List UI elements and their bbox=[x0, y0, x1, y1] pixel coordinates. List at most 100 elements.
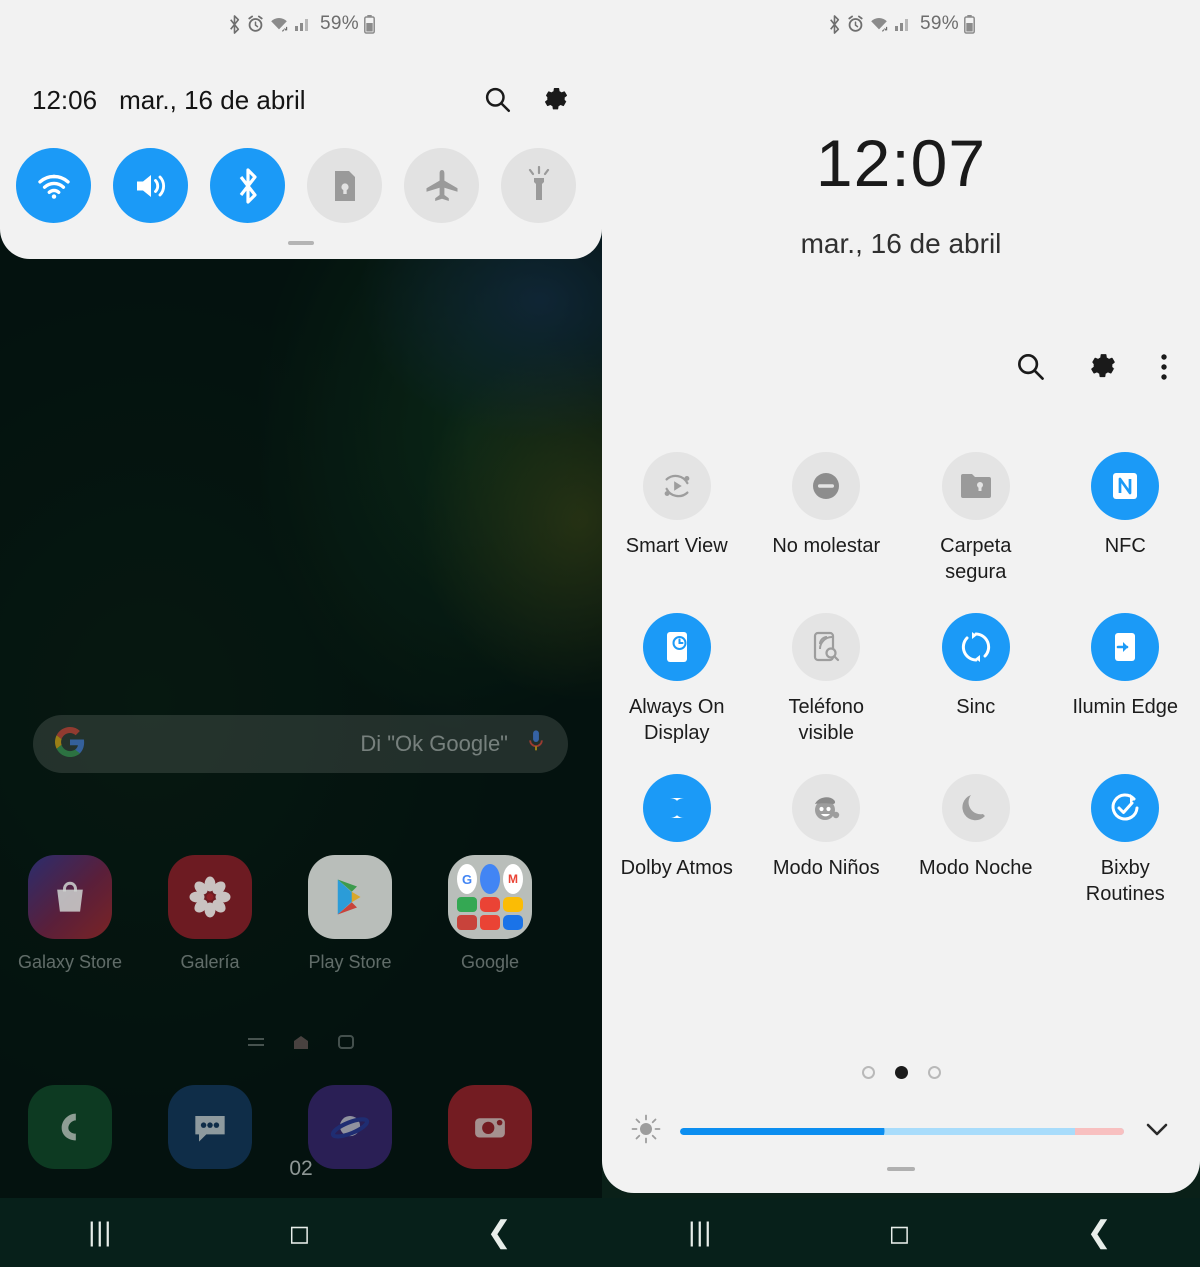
tile-sync[interactable]: Sinc bbox=[901, 613, 1051, 746]
toggle-bluetooth[interactable] bbox=[210, 148, 285, 223]
page-dot-apps-icon[interactable] bbox=[247, 1035, 265, 1054]
tile-label: Teléfono visible bbox=[788, 696, 865, 744]
app-galaxy-store[interactable]: Galaxy Store bbox=[0, 855, 140, 973]
tile-label: Smart View bbox=[625, 535, 728, 557]
app-play-store[interactable]: Play Store bbox=[280, 855, 420, 973]
nav-left-half: ||| ◻ ❮ bbox=[0, 1198, 600, 1267]
tile-kids-mode[interactable]: Modo Niños bbox=[752, 774, 902, 907]
more-vertical-icon[interactable] bbox=[1160, 352, 1168, 387]
tile-label: Ilumin Edge bbox=[1072, 696, 1179, 719]
tile-bixby-routines[interactable]: Bixby Routines bbox=[1051, 774, 1200, 907]
dock-phone[interactable]: Teléfono bbox=[0, 1085, 140, 1203]
tile-nfc[interactable]: NFC bbox=[1051, 452, 1200, 585]
google-search-bar[interactable]: Di "Ok Google" bbox=[33, 715, 568, 773]
app-galeria[interactable]: Galería bbox=[140, 855, 280, 973]
tile-label: Bixby Routines bbox=[1085, 857, 1165, 905]
back-button[interactable]: ❮ bbox=[487, 1217, 512, 1248]
toggle-flashlight[interactable] bbox=[501, 148, 576, 223]
right-quick-settings-panel: 59% 12:07 mar., 16 de abril Smart View N… bbox=[602, 0, 1200, 1193]
google-logo-icon bbox=[55, 726, 85, 762]
signal-icon bbox=[294, 16, 312, 32]
sync-icon bbox=[941, 613, 1010, 682]
toggle-sim-lock[interactable] bbox=[307, 148, 382, 223]
kids-mode-icon bbox=[792, 774, 861, 843]
dock-camera[interactable]: Cámara bbox=[420, 1085, 560, 1203]
alarm-icon bbox=[847, 15, 864, 33]
recents-button[interactable]: ||| bbox=[688, 1219, 712, 1246]
home-page-indicator bbox=[0, 1034, 602, 1055]
right-panel-actions bbox=[1016, 352, 1168, 387]
right-status-bar: 59% bbox=[602, 0, 1200, 48]
home-button[interactable]: ◻ bbox=[289, 1220, 311, 1246]
tile-night-mode[interactable]: Modo Noche bbox=[901, 774, 1051, 907]
battery-icon bbox=[964, 14, 975, 34]
tile-label: Modo Noche bbox=[919, 857, 1033, 880]
tile-dolby-atmos[interactable]: Dolby Atmos bbox=[602, 774, 752, 907]
search-icon[interactable] bbox=[1016, 352, 1046, 387]
secure-folder-icon bbox=[941, 452, 1010, 520]
page-dot-2-active[interactable] bbox=[894, 1066, 908, 1079]
tile-label: NFC bbox=[1104, 535, 1146, 557]
dock-messages[interactable]: Mensajes bbox=[140, 1085, 280, 1203]
tile-phone-visible[interactable]: Teléfono visible bbox=[752, 613, 902, 746]
brightness-slider-knob[interactable] bbox=[857, 1127, 885, 1135]
gear-icon[interactable] bbox=[542, 86, 570, 114]
tile-edge-lighting[interactable]: Ilumin Edge bbox=[1051, 613, 1200, 746]
always-on-display-icon bbox=[642, 613, 711, 682]
phone-visible-icon bbox=[792, 613, 861, 682]
search-icon[interactable] bbox=[484, 86, 512, 114]
tile-label: Carpeta segura bbox=[940, 535, 1012, 583]
smart-view-icon bbox=[642, 452, 711, 520]
toggle-airplane-mode[interactable] bbox=[404, 148, 479, 223]
left-panel-header: 12:06 mar., 16 de abril bbox=[0, 72, 602, 128]
brightness-slider-fill bbox=[680, 1127, 871, 1135]
tile-secure-folder[interactable]: Carpeta segura bbox=[901, 452, 1051, 585]
app-label: Galería bbox=[180, 952, 240, 972]
tile-smart-view[interactable]: Smart View bbox=[602, 452, 752, 585]
tile-always-on-display[interactable]: Always On Display bbox=[602, 613, 752, 746]
panel-drag-handle[interactable] bbox=[288, 241, 314, 245]
home-button[interactable]: ◻ bbox=[889, 1220, 911, 1246]
wifi-icon bbox=[869, 16, 889, 33]
right-panel-clock: 12:07 bbox=[815, 126, 987, 200]
battery-percent-label: 59% bbox=[920, 13, 959, 34]
wifi-icon bbox=[269, 16, 289, 33]
nfc-icon bbox=[1091, 452, 1160, 520]
page-dot-3[interactable] bbox=[927, 1066, 941, 1079]
left-panel-time: 12:06 bbox=[32, 84, 98, 115]
system-navigation-bar: ||| ◻ ❮ ||| ◻ ❮ bbox=[0, 1198, 1200, 1267]
app-label: Galaxy Store bbox=[17, 952, 123, 972]
toggle-sound[interactable] bbox=[113, 148, 188, 223]
bluetooth-icon bbox=[827, 14, 842, 34]
tile-label: No molestar bbox=[772, 535, 881, 557]
home-dock: Teléfono Mensajes Internet Cámara bbox=[0, 1085, 602, 1203]
gear-icon[interactable] bbox=[1088, 352, 1118, 387]
brightness-control bbox=[602, 1108, 1200, 1154]
tile-do-not-disturb[interactable]: No molestar bbox=[752, 452, 902, 585]
edge-lighting-icon bbox=[1091, 613, 1160, 682]
tile-label: Always On Display bbox=[628, 696, 725, 744]
chevron-down-icon[interactable] bbox=[1142, 1119, 1172, 1144]
home-app-row: Galaxy Store Galería Play Store G M Goog… bbox=[0, 855, 602, 973]
left-status-bar: 59% bbox=[0, 0, 602, 48]
tile-label: Dolby Atmos bbox=[620, 857, 733, 880]
microphone-icon[interactable] bbox=[526, 728, 546, 761]
dolby-atmos-icon bbox=[642, 774, 711, 843]
bixby-routines-icon bbox=[1091, 774, 1160, 843]
page-dot-home-icon[interactable] bbox=[292, 1034, 310, 1055]
page-dot-other-icon[interactable] bbox=[337, 1034, 355, 1055]
tile-label: Sinc bbox=[956, 696, 996, 719]
back-button[interactable]: ❮ bbox=[1087, 1217, 1112, 1248]
app-folder-google[interactable]: G M Google bbox=[420, 855, 560, 973]
dock-internet[interactable]: Internet bbox=[280, 1085, 420, 1203]
brightness-slider[interactable] bbox=[680, 1127, 1124, 1135]
toggle-wifi[interactable] bbox=[16, 148, 91, 223]
signal-icon bbox=[894, 16, 912, 32]
quick-settings-tile-grid: Smart View No molestar Carpeta segura NF… bbox=[602, 452, 1200, 908]
recents-button[interactable]: ||| bbox=[88, 1219, 112, 1246]
alarm-icon bbox=[247, 15, 264, 33]
left-quick-toggle-row bbox=[0, 148, 602, 223]
battery-icon bbox=[364, 14, 375, 34]
panel-drag-handle[interactable] bbox=[887, 1167, 915, 1171]
page-dot-1[interactable] bbox=[861, 1066, 875, 1079]
